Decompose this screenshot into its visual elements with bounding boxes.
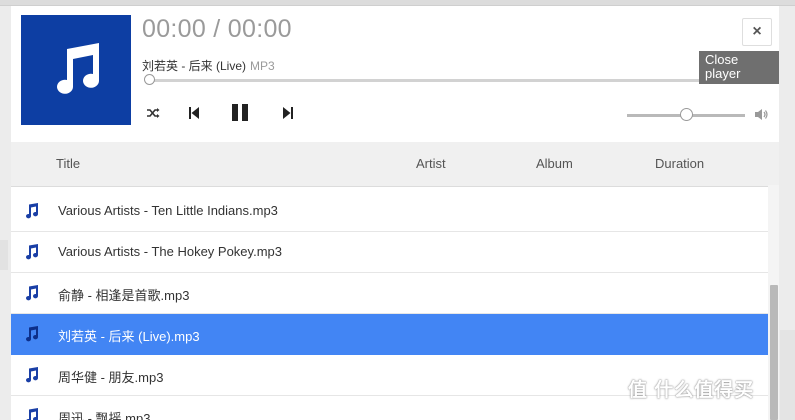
track-name: 俞静 - 相逢是首歌.mp3 — [58, 288, 190, 303]
shuffle-icon[interactable] — [146, 106, 160, 120]
page-side-edge — [0, 240, 8, 270]
playlist-row-active[interactable]: 刘若英 - 后来 (Live).mp3 — [11, 314, 768, 355]
album-cover — [21, 15, 131, 125]
close-player-button[interactable]: × — [742, 18, 772, 46]
column-album[interactable]: Album — [536, 156, 573, 171]
music-player: 00:00 / 00:00 刘若英 - 后来 (Live) MP3 × Close… — [11, 6, 779, 420]
progress-bar[interactable] — [149, 79, 703, 82]
time-display: 00:00 / 00:00 — [142, 15, 292, 43]
music-note-icon — [57, 43, 99, 94]
pause-icon[interactable] — [231, 104, 249, 121]
music-note-icon — [26, 408, 39, 420]
now-playing: 刘若英 - 后来 (Live) MP3 — [142, 57, 275, 74]
music-note-icon — [26, 326, 39, 342]
music-note-icon — [26, 203, 39, 219]
now-playing-title: 刘若英 - 后来 (Live) — [142, 59, 247, 73]
track-name: 刘若英 - 后来 (Live).mp3 — [58, 329, 200, 344]
progress-handle[interactable] — [144, 74, 155, 85]
track-name: Various Artists - Ten Little Indians.mp3 — [58, 203, 278, 218]
close-player-tooltip: Close player — [699, 51, 779, 84]
playlist-row[interactable]: Various Artists - The Hokey Pokey.mp3 — [11, 232, 768, 273]
music-note-icon — [26, 367, 39, 383]
track-name: 周迅 - 飘摇.mp3 — [58, 411, 151, 420]
column-duration[interactable]: Duration — [655, 156, 704, 171]
playlist-row[interactable]: 俞静 - 相逢是首歌.mp3 — [11, 273, 768, 314]
volume-icon[interactable] — [754, 108, 768, 121]
playlist-header: Title Artist Album Duration — [11, 142, 779, 187]
scrollbar-thumb[interactable] — [770, 285, 778, 420]
track-name: Various Artists - The Hokey Pokey.mp3 — [58, 244, 282, 259]
site-watermark: 值 什么值得买 — [628, 380, 755, 401]
page-scroll-edge — [780, 330, 795, 420]
next-icon[interactable] — [282, 106, 294, 120]
now-playing-format: MP3 — [250, 59, 275, 73]
track-name: 周华健 - 朋友.mp3 — [58, 370, 164, 385]
previous-icon[interactable] — [188, 106, 200, 120]
music-note-icon — [26, 244, 39, 260]
column-artist[interactable]: Artist — [416, 156, 446, 171]
volume-handle[interactable] — [680, 108, 693, 121]
column-title[interactable]: Title — [56, 156, 80, 171]
music-note-icon — [26, 285, 39, 301]
playlist-row[interactable]: Various Artists - Ten Little Indians.mp3 — [11, 191, 768, 232]
